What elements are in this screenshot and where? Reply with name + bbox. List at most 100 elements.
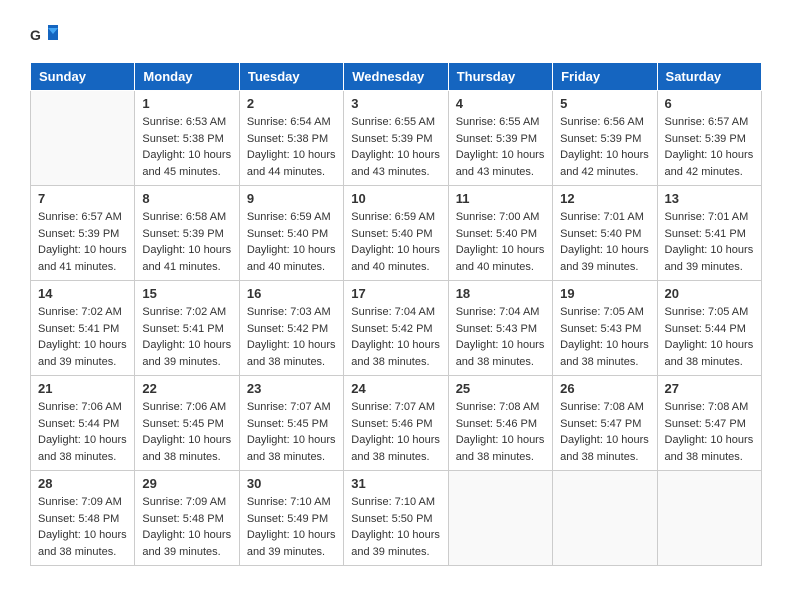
calendar-week-row: 28 Sunrise: 7:09 AMSunset: 5:48 PMDayligh… [31, 471, 762, 566]
day-number: 2 [247, 96, 336, 111]
day-info: Sunrise: 7:01 AMSunset: 5:40 PMDaylight:… [560, 209, 649, 275]
day-info: Sunrise: 6:57 AMSunset: 5:39 PMDaylight:… [665, 114, 754, 180]
day-info: Sunrise: 7:08 AMSunset: 5:47 PMDaylight:… [560, 399, 649, 465]
day-info: Sunrise: 7:02 AMSunset: 5:41 PMDaylight:… [38, 304, 127, 370]
calendar-cell: 6 Sunrise: 6:57 AMSunset: 5:39 PMDaylight… [657, 91, 761, 186]
calendar-cell: 22 Sunrise: 7:06 AMSunset: 5:45 PMDayligh… [135, 376, 239, 471]
calendar-cell: 15 Sunrise: 7:02 AMSunset: 5:41 PMDayligh… [135, 281, 239, 376]
day-number: 21 [38, 381, 127, 396]
weekday-header-thursday: Thursday [448, 63, 552, 91]
calendar-cell: 18 Sunrise: 7:04 AMSunset: 5:43 PMDayligh… [448, 281, 552, 376]
day-number: 29 [142, 476, 231, 491]
calendar-cell: 25 Sunrise: 7:08 AMSunset: 5:46 PMDayligh… [448, 376, 552, 471]
day-number: 28 [38, 476, 127, 491]
calendar-cell: 27 Sunrise: 7:08 AMSunset: 5:47 PMDayligh… [657, 376, 761, 471]
calendar-cell: 4Sunrise: 6:55 AMSunset: 5:39 PMDaylight… [448, 91, 552, 186]
weekday-header-saturday: Saturday [657, 63, 761, 91]
calendar-cell: 17Sunrise: 7:04 AMSunset: 5:42 PMDayligh… [344, 281, 448, 376]
day-number: 30 [247, 476, 336, 491]
day-number: 13 [665, 191, 754, 206]
calendar-cell: 16Sunrise: 7:03 AMSunset: 5:42 PMDayligh… [239, 281, 343, 376]
calendar-cell [553, 471, 657, 566]
calendar-cell: 11 Sunrise: 7:00 AMSunset: 5:40 PMDayligh… [448, 186, 552, 281]
page-header: G [30, 20, 762, 50]
day-info: Sunrise: 7:06 AMSunset: 5:44 PMDaylight:… [38, 399, 127, 465]
day-number: 25 [456, 381, 545, 396]
day-info: Sunrise: 7:05 AMSunset: 5:43 PMDaylight:… [560, 304, 649, 370]
weekday-header-tuesday: Tuesday [239, 63, 343, 91]
day-number: 9 [247, 191, 336, 206]
day-number: 4 [456, 96, 545, 111]
calendar-cell: 26Sunrise: 7:08 AMSunset: 5:47 PMDayligh… [553, 376, 657, 471]
day-number: 10 [351, 191, 440, 206]
calendar-cell [31, 91, 135, 186]
calendar-cell: 10Sunrise: 6:59 AMSunset: 5:40 PMDayligh… [344, 186, 448, 281]
day-number: 22 [142, 381, 231, 396]
day-info: Sunrise: 7:07 AMSunset: 5:46 PMDaylight:… [351, 399, 440, 465]
weekday-header-wednesday: Wednesday [344, 63, 448, 91]
calendar-cell: 5 Sunrise: 6:56 AMSunset: 5:39 PMDaylight… [553, 91, 657, 186]
day-number: 19 [560, 286, 649, 301]
day-info: Sunrise: 7:01 AMSunset: 5:41 PMDaylight:… [665, 209, 754, 275]
calendar-cell: 31 Sunrise: 7:10 AMSunset: 5:50 PMDayligh… [344, 471, 448, 566]
calendar-cell: 28Sunrise: 7:09 AMSunset: 5:48 PMDayligh… [31, 471, 135, 566]
calendar-cell: 19 Sunrise: 7:05 AMSunset: 5:43 PMDayligh… [553, 281, 657, 376]
calendar-cell: 2 Sunrise: 6:54 AMSunset: 5:38 PMDaylight… [239, 91, 343, 186]
day-info: Sunrise: 6:57 AMSunset: 5:39 PMDaylight:… [38, 209, 127, 275]
day-info: Sunrise: 6:58 AMSunset: 5:39 PMDaylight:… [142, 209, 231, 275]
calendar-week-row: 21 Sunrise: 7:06 AMSunset: 5:44 PMDayligh… [31, 376, 762, 471]
day-info: Sunrise: 7:08 AMSunset: 5:47 PMDaylight:… [665, 399, 754, 465]
day-info: Sunrise: 7:00 AMSunset: 5:40 PMDaylight:… [456, 209, 545, 275]
calendar-cell [448, 471, 552, 566]
logo-icon: G [30, 20, 60, 50]
calendar-cell: 24Sunrise: 7:07 AMSunset: 5:46 PMDayligh… [344, 376, 448, 471]
day-info: Sunrise: 7:06 AMSunset: 5:45 PMDaylight:… [142, 399, 231, 465]
day-info: Sunrise: 7:02 AMSunset: 5:41 PMDaylight:… [142, 304, 231, 370]
day-info: Sunrise: 7:07 AMSunset: 5:45 PMDaylight:… [247, 399, 336, 465]
day-info: Sunrise: 7:10 AMSunset: 5:50 PMDaylight:… [351, 494, 440, 560]
day-number: 1 [142, 96, 231, 111]
calendar-cell [657, 471, 761, 566]
weekday-header-sunday: Sunday [31, 63, 135, 91]
day-info: Sunrise: 6:54 AMSunset: 5:38 PMDaylight:… [247, 114, 336, 180]
day-number: 31 [351, 476, 440, 491]
calendar-week-row: 7 Sunrise: 6:57 AMSunset: 5:39 PMDaylight… [31, 186, 762, 281]
day-number: 12 [560, 191, 649, 206]
day-info: Sunrise: 7:10 AMSunset: 5:49 PMDaylight:… [247, 494, 336, 560]
day-number: 17 [351, 286, 440, 301]
calendar-cell: 9 Sunrise: 6:59 AMSunset: 5:40 PMDaylight… [239, 186, 343, 281]
calendar-cell: 20 Sunrise: 7:05 AMSunset: 5:44 PMDayligh… [657, 281, 761, 376]
day-number: 5 [560, 96, 649, 111]
weekday-header-monday: Monday [135, 63, 239, 91]
weekday-header-row: SundayMondayTuesdayWednesdayThursdayFrid… [31, 63, 762, 91]
day-number: 23 [247, 381, 336, 396]
day-number: 18 [456, 286, 545, 301]
calendar-table: SundayMondayTuesdayWednesdayThursdayFrid… [30, 62, 762, 566]
day-info: Sunrise: 7:05 AMSunset: 5:44 PMDaylight:… [665, 304, 754, 370]
day-info: Sunrise: 7:04 AMSunset: 5:43 PMDaylight:… [456, 304, 545, 370]
day-number: 6 [665, 96, 754, 111]
day-number: 15 [142, 286, 231, 301]
day-number: 11 [456, 191, 545, 206]
day-info: Sunrise: 6:56 AMSunset: 5:39 PMDaylight:… [560, 114, 649, 180]
calendar-cell: 23 Sunrise: 7:07 AMSunset: 5:45 PMDayligh… [239, 376, 343, 471]
day-number: 20 [665, 286, 754, 301]
day-number: 27 [665, 381, 754, 396]
day-number: 14 [38, 286, 127, 301]
calendar-cell: 1 Sunrise: 6:53 AMSunset: 5:38 PMDaylight… [135, 91, 239, 186]
calendar-cell: 29 Sunrise: 7:09 AMSunset: 5:48 PMDayligh… [135, 471, 239, 566]
day-number: 7 [38, 191, 127, 206]
calendar-cell: 7 Sunrise: 6:57 AMSunset: 5:39 PMDaylight… [31, 186, 135, 281]
weekday-header-friday: Friday [553, 63, 657, 91]
calendar-cell: 30 Sunrise: 7:10 AMSunset: 5:49 PMDayligh… [239, 471, 343, 566]
calendar-cell: 8 Sunrise: 6:58 AMSunset: 5:39 PMDaylight… [135, 186, 239, 281]
calendar-cell: 21 Sunrise: 7:06 AMSunset: 5:44 PMDayligh… [31, 376, 135, 471]
logo: G [30, 20, 64, 50]
day-info: Sunrise: 7:09 AMSunset: 5:48 PMDaylight:… [142, 494, 231, 560]
day-info: Sunrise: 6:59 AMSunset: 5:40 PMDaylight:… [247, 209, 336, 275]
day-info: Sunrise: 7:03 AMSunset: 5:42 PMDaylight:… [247, 304, 336, 370]
day-number: 8 [142, 191, 231, 206]
day-info: Sunrise: 7:08 AMSunset: 5:46 PMDaylight:… [456, 399, 545, 465]
calendar-cell: 3Sunrise: 6:55 AMSunset: 5:39 PMDaylight… [344, 91, 448, 186]
day-info: Sunrise: 6:53 AMSunset: 5:38 PMDaylight:… [142, 114, 231, 180]
